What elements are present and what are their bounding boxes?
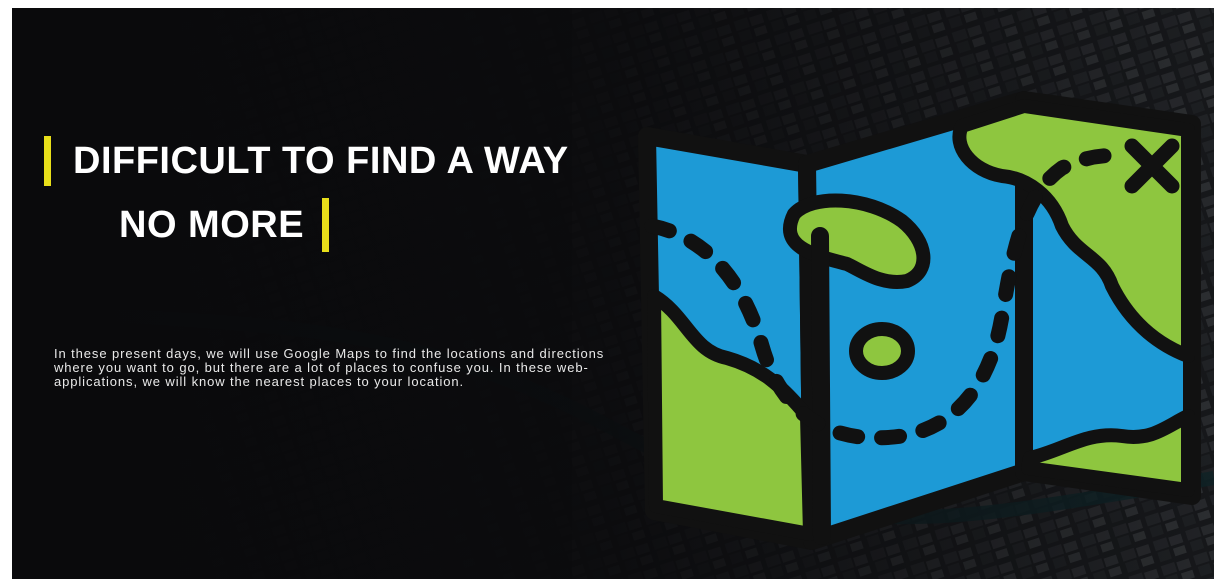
headline-text-1: DIFFICULT TO FIND A WAY [73,139,569,182]
hero-banner: DIFFICULT TO FIND A WAY NO MORE In these… [12,8,1214,579]
headline-text-2: NO MORE [119,203,305,246]
headline-line-2: NO MORE [119,198,330,252]
hero-text-block: DIFFICULT TO FIND A WAY NO MORE In these… [12,8,632,579]
hero-description: In these present days, we will use Googl… [54,346,605,389]
folded-map-icon [632,86,1212,556]
headline-line-1: DIFFICULT TO FIND A WAY [44,136,569,186]
accent-bar [322,198,330,252]
accent-bar [44,136,51,186]
